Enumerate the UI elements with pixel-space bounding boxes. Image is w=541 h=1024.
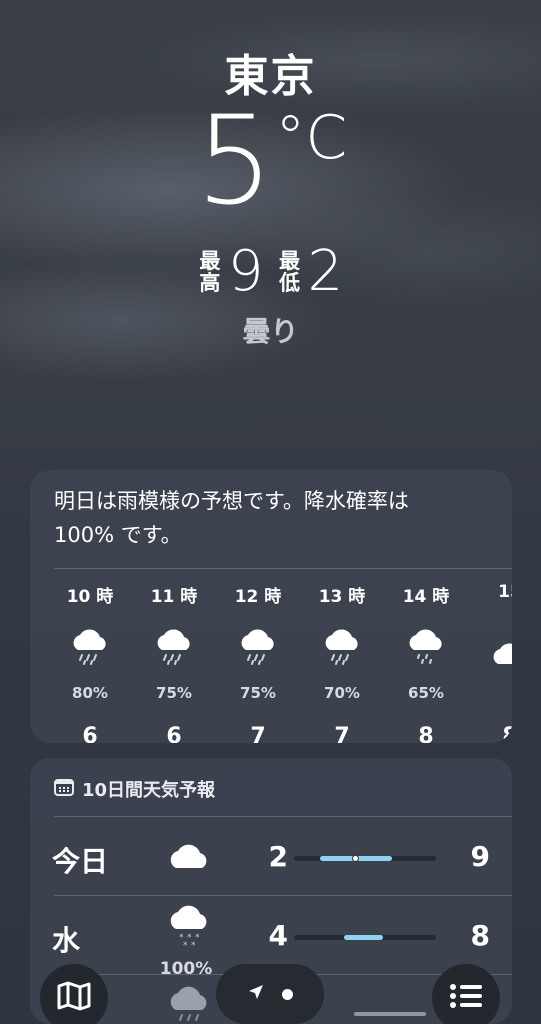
rain-cloud-icon	[48, 626, 132, 684]
hour-temp: 8	[502, 724, 512, 743]
hour-time: 12 時	[234, 587, 282, 607]
hour-temp: 6	[166, 724, 182, 743]
high-label: 最高	[199, 249, 221, 295]
high-low: 最高 9 最低 2	[0, 244, 541, 300]
divider	[54, 568, 512, 569]
summary-line-1: 明日は雨模様の予想です。降水確率は	[54, 489, 409, 513]
list-button[interactable]	[432, 964, 500, 1024]
location-page-indicator[interactable]	[216, 964, 324, 1024]
hour-item: 15 8	[468, 582, 512, 743]
temperature-value: 5	[195, 90, 274, 232]
hour-temp: 6	[82, 724, 98, 743]
hour-time: 10 時	[66, 587, 114, 607]
home-indicator	[354, 1012, 426, 1016]
high-value: 9	[227, 239, 264, 304]
hour-precip: 80%	[72, 684, 108, 702]
hour-time: 14 時	[402, 587, 450, 607]
map-icon	[56, 980, 92, 1016]
high-temp: 8	[470, 919, 490, 952]
temperature-range-bar	[294, 855, 436, 862]
hour-item: 14 時 65% 8	[384, 582, 468, 743]
list-icon	[448, 981, 484, 1015]
page-dot	[281, 988, 293, 1000]
hour-item: 10 時 80% 6	[48, 582, 132, 743]
hour-precip: 75%	[156, 684, 192, 702]
hour-precip	[468, 684, 512, 704]
snow-cloud-icon: * * * * *	[164, 899, 214, 951]
svg-text:*: *	[191, 941, 196, 951]
hour-temp: 7	[334, 724, 350, 743]
low-temp: 2	[268, 840, 288, 873]
hour-temp: 8	[418, 724, 434, 743]
low-value: 2	[307, 239, 344, 304]
hour-time: 15	[498, 582, 512, 602]
bottom-toolbar	[0, 960, 541, 1024]
hour-precip: 75%	[240, 684, 276, 702]
rain-cloud-icon	[132, 626, 216, 684]
high-temp: 9	[470, 840, 490, 873]
day-label: 今日	[52, 845, 109, 878]
forecast-summary: 明日は雨模様の予想です。降水確率は 100% です。	[54, 484, 494, 552]
hourly-list[interactable]: 10 時 80% 6 11 時 75% 6 12 時 75% 7 13 時 70…	[48, 582, 512, 743]
low-label: 最低	[279, 249, 300, 295]
day-label: 水	[52, 924, 81, 957]
cloud-icon	[164, 832, 214, 882]
forecast-row-today[interactable]: 今日 2 9	[30, 818, 512, 896]
map-button[interactable]	[40, 964, 108, 1024]
temperature-range-bar	[294, 935, 436, 940]
low-temp: 4	[268, 919, 288, 952]
calendar-icon	[54, 778, 74, 801]
hour-temp: 7	[250, 724, 266, 743]
forecast-title-text: 10日間天気予報	[82, 780, 216, 801]
temperature-unit: °C	[275, 103, 348, 173]
divider	[54, 895, 512, 896]
forecast-title: 10日間天気予報	[54, 776, 215, 802]
weather-condition: 曇り	[242, 315, 299, 348]
location-arrow-icon	[248, 984, 264, 1004]
rain-cloud-icon	[300, 626, 384, 684]
current-temp-dot	[352, 855, 360, 862]
range-fill	[343, 935, 384, 940]
hour-time: 13 時	[318, 587, 366, 607]
cloud-icon	[468, 626, 512, 684]
svg-text:*: *	[195, 933, 200, 943]
drizzle-cloud-icon	[384, 626, 468, 684]
hour-precip: 65%	[408, 684, 444, 702]
hourly-forecast-card[interactable]: 明日は雨模様の予想です。降水確率は 100% です。 10 時 80% 6 11…	[30, 470, 512, 743]
svg-text:*: *	[183, 941, 188, 951]
divider	[54, 816, 512, 817]
summary-line-2: 100% です。	[54, 523, 182, 547]
hour-precip: 70%	[324, 684, 360, 702]
hour-time: 11 時	[150, 587, 198, 607]
current-temperature: 5°C	[0, 100, 541, 222]
hour-item: 12 時 75% 7	[216, 582, 300, 743]
hour-item: 13 時 70% 7	[300, 582, 384, 743]
rain-cloud-icon	[216, 626, 300, 684]
hour-item: 11 時 75% 6	[132, 582, 216, 743]
